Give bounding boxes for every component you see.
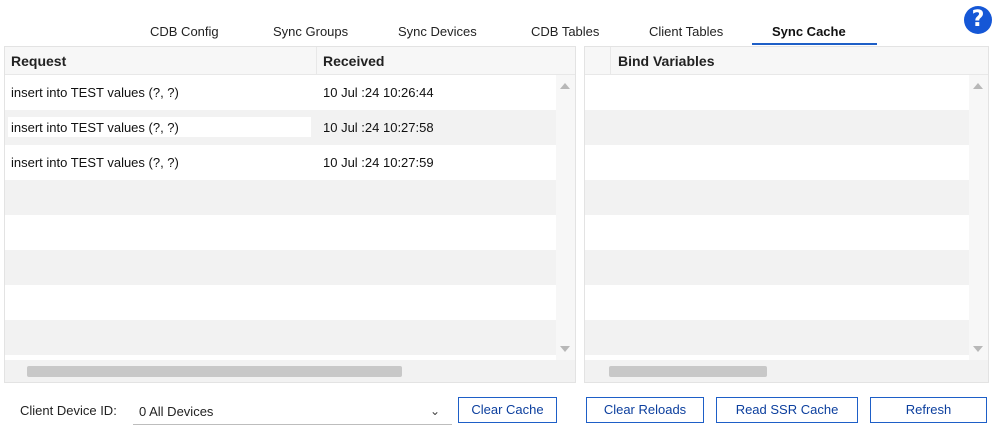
scrollbar-thumb[interactable] (609, 366, 767, 377)
empty-row (5, 215, 556, 250)
tab-sync-cache[interactable]: Sync Cache (772, 22, 846, 42)
scrollbar-thumb[interactable] (27, 366, 402, 377)
request-cell: insert into TEST values (?, ?) (11, 155, 179, 170)
empty-row (585, 215, 969, 250)
scroll-down-icon[interactable] (560, 346, 570, 352)
empty-row (585, 110, 969, 145)
tab-client-tables[interactable]: Client Tables (649, 22, 723, 42)
empty-row (585, 75, 969, 110)
refresh-button[interactable]: Refresh (870, 397, 987, 423)
empty-row (585, 285, 969, 320)
requests-grid: Request Received insert into TEST values… (4, 46, 576, 383)
received-cell: 10 Jul :24 10:27:59 (323, 155, 434, 170)
empty-row (5, 320, 556, 355)
scroll-down-icon[interactable] (973, 346, 983, 352)
table-row[interactable]: insert into TEST values (?, ?) 10 Jul :2… (5, 145, 556, 180)
received-cell: 10 Jul :24 10:27:58 (323, 120, 434, 135)
horizontal-scrollbar[interactable] (5, 360, 575, 382)
column-header-request[interactable]: Request (11, 53, 66, 69)
empty-row (585, 145, 969, 180)
read-ssr-cache-button[interactable]: Read SSR Cache (716, 397, 858, 423)
client-device-select[interactable]: 0 All Devices ⌄ (133, 399, 452, 425)
tab-sync-groups[interactable]: Sync Groups (273, 22, 348, 42)
column-header-bind-variables[interactable]: Bind Variables (618, 53, 714, 69)
request-cell: insert into TEST values (?, ?) (11, 85, 179, 100)
empty-row (5, 285, 556, 320)
column-separator (610, 47, 611, 75)
clear-cache-button[interactable]: Clear Cache (458, 397, 557, 423)
tab-cdb-config[interactable]: CDB Config (150, 22, 219, 42)
tab-sync-devices[interactable]: Sync Devices (398, 22, 477, 42)
select-underline (133, 424, 452, 425)
empty-row (585, 320, 969, 355)
table-row[interactable]: insert into TEST values (?, ?) 10 Jul :2… (5, 75, 556, 110)
request-cell: insert into TEST values (?, ?) (11, 120, 179, 135)
client-device-label: Client Device ID: (20, 403, 117, 418)
bind-variables-grid: Bind Variables (584, 46, 989, 383)
requests-grid-header: Request Received (5, 47, 575, 75)
empty-row (5, 180, 556, 215)
active-tab-indicator (752, 43, 877, 45)
bind-grid-header: Bind Variables (585, 47, 988, 75)
column-header-received[interactable]: Received (323, 53, 384, 69)
empty-row (585, 250, 969, 285)
clear-reloads-button[interactable]: Clear Reloads (586, 397, 704, 423)
client-device-value: 0 All Devices (139, 404, 214, 419)
help-icon[interactable]: ? (964, 6, 992, 34)
empty-row (5, 250, 556, 285)
column-separator (316, 47, 317, 75)
tab-cdb-tables[interactable]: CDB Tables (531, 22, 599, 42)
received-cell: 10 Jul :24 10:26:44 (323, 85, 434, 100)
horizontal-scrollbar[interactable] (585, 360, 988, 382)
scroll-up-icon[interactable] (560, 83, 570, 89)
vertical-scrollbar[interactable] (969, 75, 988, 360)
scroll-up-icon[interactable] (973, 83, 983, 89)
chevron-down-icon[interactable]: ⌄ (430, 404, 440, 418)
vertical-scrollbar[interactable] (556, 75, 575, 360)
tab-bar: CDB Config Sync Groups Sync Devices CDB … (0, 0, 1002, 46)
table-row[interactable]: insert into TEST values (?, ?) 10 Jul :2… (5, 110, 556, 145)
empty-row (585, 180, 969, 215)
